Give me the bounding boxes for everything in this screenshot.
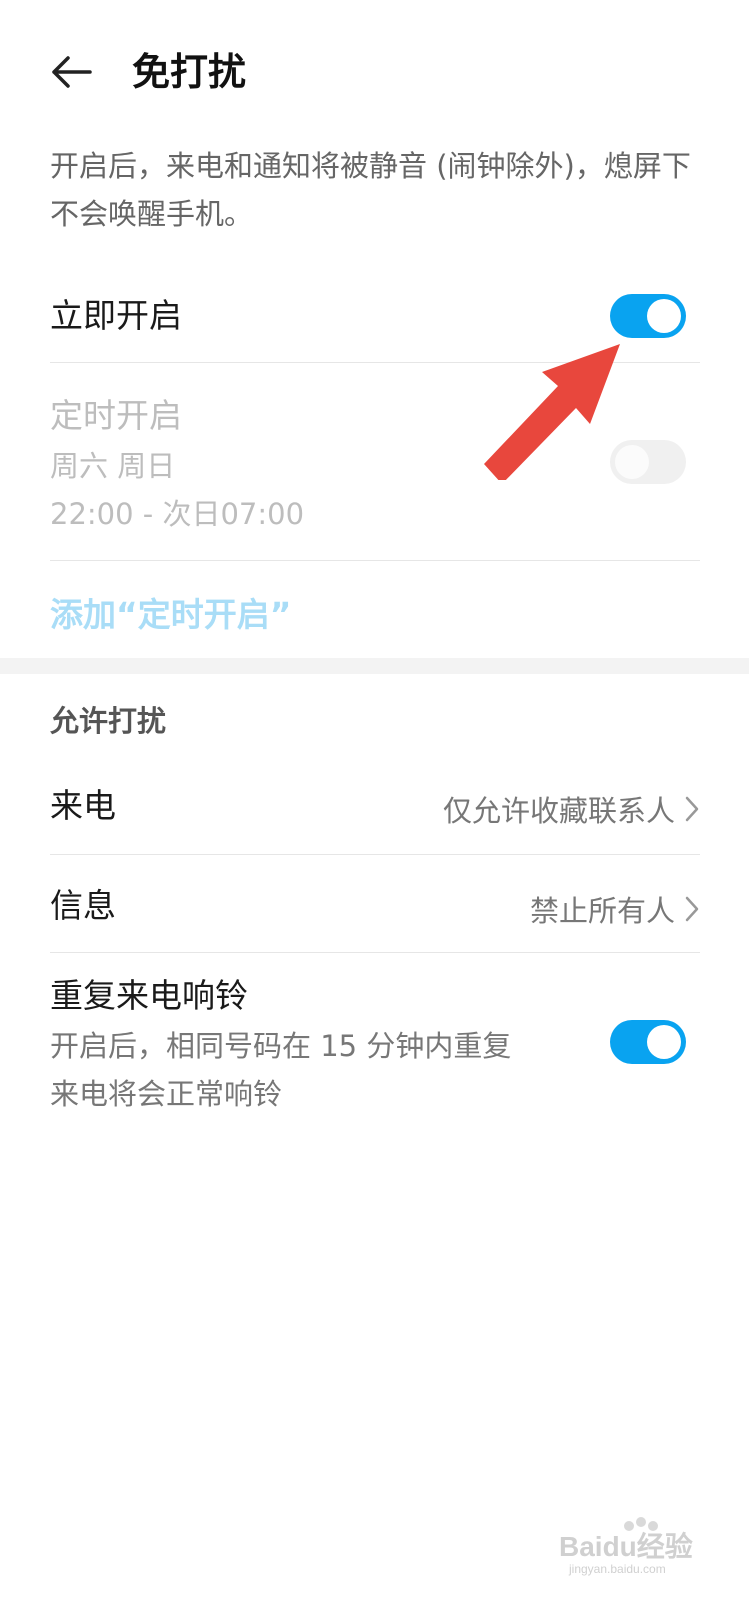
calls-value-wrap: 仅允许收藏联系人 — [443, 788, 699, 830]
watermark-logo: Baidu经验 jingyan.baidu.com — [559, 1516, 709, 1576]
svg-text:Baidu经验: Baidu经验 — [559, 1530, 693, 1562]
scheduled-time: 22:00 - 次日07:00 — [50, 497, 305, 531]
svg-text:jingyan.baidu.com: jingyan.baidu.com — [568, 1562, 666, 1576]
messages-value-wrap: 禁止所有人 — [530, 888, 699, 930]
repeat-calls-row[interactable]: 重复来电响铃 开启后，相同号码在 15 分钟内重复 来电将会正常响铃 — [50, 974, 700, 1118]
chevron-right-icon — [685, 896, 699, 922]
page-title: 免打扰 — [132, 50, 247, 94]
divider — [50, 854, 700, 855]
chevron-right-icon — [685, 796, 699, 822]
repeat-calls-desc-2: 来电将会正常响铃 — [50, 1077, 283, 1111]
allow-section-title: 允许打扰 — [50, 704, 167, 738]
app-header: 免打扰 — [0, 0, 749, 140]
page-description: 开启后，来电和通知将被静音 (闹钟除外)，熄屏下不会唤醒手机。 — [50, 149, 691, 231]
repeat-calls-desc-1: 开启后，相同号码在 15 分钟内重复 — [50, 1029, 512, 1063]
section-gap — [0, 658, 749, 674]
divider — [50, 952, 700, 953]
back-button[interactable] — [48, 48, 96, 96]
annotation-arrow-icon — [484, 344, 620, 480]
calls-value: 仅允许收藏联系人 — [442, 794, 675, 828]
messages-value: 禁止所有人 — [529, 894, 675, 928]
add-schedule-label: 添加“定时开启” — [50, 595, 292, 634]
toggle-knob — [647, 1025, 681, 1059]
divider — [50, 560, 700, 561]
repeat-calls-toggle[interactable] — [610, 1020, 686, 1064]
add-schedule-link[interactable]: 添加“定时开启” — [50, 588, 700, 636]
toggle-knob — [647, 299, 681, 333]
repeat-calls-label: 重复来电响铃 — [50, 976, 248, 1015]
arrow-left-icon — [52, 56, 92, 88]
